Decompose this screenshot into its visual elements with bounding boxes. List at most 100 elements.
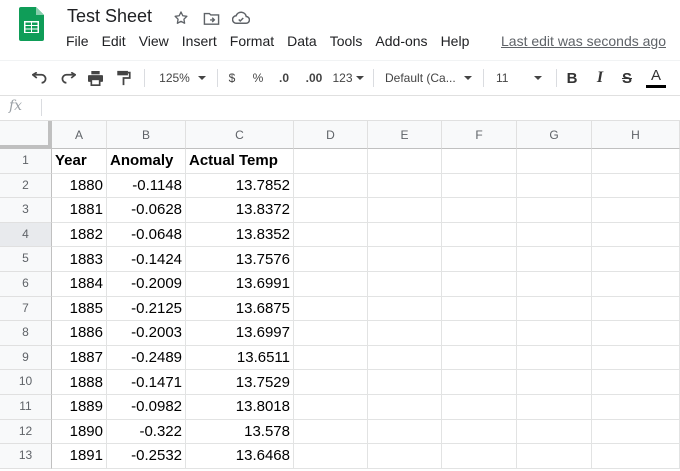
document-title[interactable]: Test Sheet bbox=[67, 6, 152, 27]
cell-h2[interactable] bbox=[592, 173, 680, 199]
cell-f9[interactable] bbox=[442, 345, 517, 371]
cell-g10[interactable] bbox=[517, 370, 592, 395]
row-header-8[interactable]: 8 bbox=[0, 321, 52, 346]
cell-a2[interactable]: 1880 bbox=[52, 173, 107, 199]
cell-a3[interactable]: 1881 bbox=[52, 198, 107, 223]
cell-b2[interactable]: -0.1148 bbox=[107, 173, 186, 199]
cell-b3[interactable]: -0.0628 bbox=[107, 198, 186, 223]
cell-a1[interactable]: Year bbox=[52, 149, 107, 174]
menu-data[interactable]: Data bbox=[287, 33, 317, 49]
cell-c11[interactable]: 13.8018 bbox=[186, 395, 294, 420]
cell-d8[interactable] bbox=[294, 321, 368, 346]
bold-button[interactable]: B bbox=[564, 61, 580, 95]
row-header-12[interactable]: 12 bbox=[0, 419, 52, 445]
percent-format-button[interactable]: % bbox=[251, 61, 265, 95]
cell-e8[interactable] bbox=[368, 321, 442, 346]
cell-f4[interactable] bbox=[442, 222, 517, 248]
cell-g2[interactable] bbox=[517, 173, 592, 199]
cell-h1[interactable] bbox=[592, 149, 680, 174]
formula-input[interactable] bbox=[50, 98, 670, 116]
cell-e5[interactable] bbox=[368, 247, 442, 272]
column-header-c[interactable]: C bbox=[186, 121, 294, 149]
cell-e12[interactable] bbox=[368, 419, 442, 445]
cell-d2[interactable] bbox=[294, 173, 368, 199]
cell-c9[interactable]: 13.6511 bbox=[186, 345, 294, 371]
decrease-decimal-button[interactable]: .0 bbox=[274, 61, 294, 95]
cell-a4[interactable]: 1882 bbox=[52, 222, 107, 248]
cell-d9[interactable] bbox=[294, 345, 368, 371]
cell-b5[interactable]: -0.1424 bbox=[107, 247, 186, 272]
row-header-1[interactable]: 1 bbox=[0, 149, 52, 174]
cell-c12[interactable]: 13.578 bbox=[186, 419, 294, 445]
cell-d6[interactable] bbox=[294, 272, 368, 297]
cell-e6[interactable] bbox=[368, 272, 442, 297]
cell-e1[interactable] bbox=[368, 149, 442, 174]
cell-g4[interactable] bbox=[517, 222, 592, 248]
cell-c2[interactable]: 13.7852 bbox=[186, 173, 294, 199]
cell-h13[interactable] bbox=[592, 444, 680, 469]
cell-h7[interactable] bbox=[592, 296, 680, 322]
cell-b4[interactable]: -0.0648 bbox=[107, 222, 186, 248]
cell-d1[interactable] bbox=[294, 149, 368, 174]
cell-c4[interactable]: 13.8352 bbox=[186, 222, 294, 248]
row-header-3[interactable]: 3 bbox=[0, 198, 52, 223]
cell-g12[interactable] bbox=[517, 419, 592, 445]
cell-b7[interactable]: -0.2125 bbox=[107, 296, 186, 322]
cell-h9[interactable] bbox=[592, 345, 680, 371]
italic-button[interactable]: I bbox=[592, 61, 608, 95]
print-icon[interactable] bbox=[85, 61, 105, 95]
menu-tools[interactable]: Tools bbox=[330, 33, 363, 49]
cell-g9[interactable] bbox=[517, 345, 592, 371]
cell-f12[interactable] bbox=[442, 419, 517, 445]
column-header-g[interactable]: G bbox=[517, 121, 592, 149]
cell-g1[interactable] bbox=[517, 149, 592, 174]
cell-g3[interactable] bbox=[517, 198, 592, 223]
row-header-10[interactable]: 10 bbox=[0, 370, 52, 395]
menu-format[interactable]: Format bbox=[230, 33, 274, 49]
column-header-h[interactable]: H bbox=[592, 121, 680, 149]
cell-a8[interactable]: 1886 bbox=[52, 321, 107, 346]
row-header-9[interactable]: 9 bbox=[0, 345, 52, 371]
cell-f5[interactable] bbox=[442, 247, 517, 272]
cell-a5[interactable]: 1883 bbox=[52, 247, 107, 272]
cell-d12[interactable] bbox=[294, 419, 368, 445]
strikethrough-button[interactable]: S bbox=[619, 61, 635, 95]
cell-e9[interactable] bbox=[368, 345, 442, 371]
cell-h5[interactable] bbox=[592, 247, 680, 272]
font-family-select[interactable]: Default (Ca... bbox=[385, 61, 475, 95]
undo-icon[interactable] bbox=[30, 61, 50, 95]
cell-g11[interactable] bbox=[517, 395, 592, 420]
cell-d10[interactable] bbox=[294, 370, 368, 395]
cell-c7[interactable]: 13.6875 bbox=[186, 296, 294, 322]
cell-f10[interactable] bbox=[442, 370, 517, 395]
more-formats-select[interactable]: 123 bbox=[330, 61, 366, 95]
cell-g7[interactable] bbox=[517, 296, 592, 322]
row-header-4[interactable]: 4 bbox=[0, 222, 52, 248]
row-header-7[interactable]: 7 bbox=[0, 296, 52, 322]
star-icon[interactable] bbox=[170, 8, 192, 28]
cell-f11[interactable] bbox=[442, 395, 517, 420]
text-color-button[interactable]: A bbox=[646, 61, 666, 95]
cell-e7[interactable] bbox=[368, 296, 442, 322]
cell-e13[interactable] bbox=[368, 444, 442, 469]
column-header-d[interactable]: D bbox=[294, 121, 368, 149]
currency-format-button[interactable]: $ bbox=[225, 61, 239, 95]
cell-a9[interactable]: 1887 bbox=[52, 345, 107, 371]
cell-a13[interactable]: 1891 bbox=[52, 444, 107, 469]
row-header-2[interactable]: 2 bbox=[0, 173, 52, 199]
cell-b10[interactable]: -0.1471 bbox=[107, 370, 186, 395]
move-folder-icon[interactable] bbox=[200, 8, 222, 28]
cell-c8[interactable]: 13.6997 bbox=[186, 321, 294, 346]
cell-b13[interactable]: -0.2532 bbox=[107, 444, 186, 469]
menu-view[interactable]: View bbox=[139, 33, 169, 49]
row-header-5[interactable]: 5 bbox=[0, 247, 52, 272]
column-header-a[interactable]: A bbox=[52, 121, 107, 149]
select-all-corner[interactable] bbox=[0, 121, 52, 149]
zoom-select[interactable]: 125% bbox=[155, 61, 210, 95]
font-size-select[interactable]: 11 bbox=[496, 61, 552, 95]
cell-f6[interactable] bbox=[442, 272, 517, 297]
row-header-13[interactable]: 13 bbox=[0, 444, 52, 469]
cell-f7[interactable] bbox=[442, 296, 517, 322]
cell-e11[interactable] bbox=[368, 395, 442, 420]
menu-edit[interactable]: Edit bbox=[102, 33, 126, 49]
